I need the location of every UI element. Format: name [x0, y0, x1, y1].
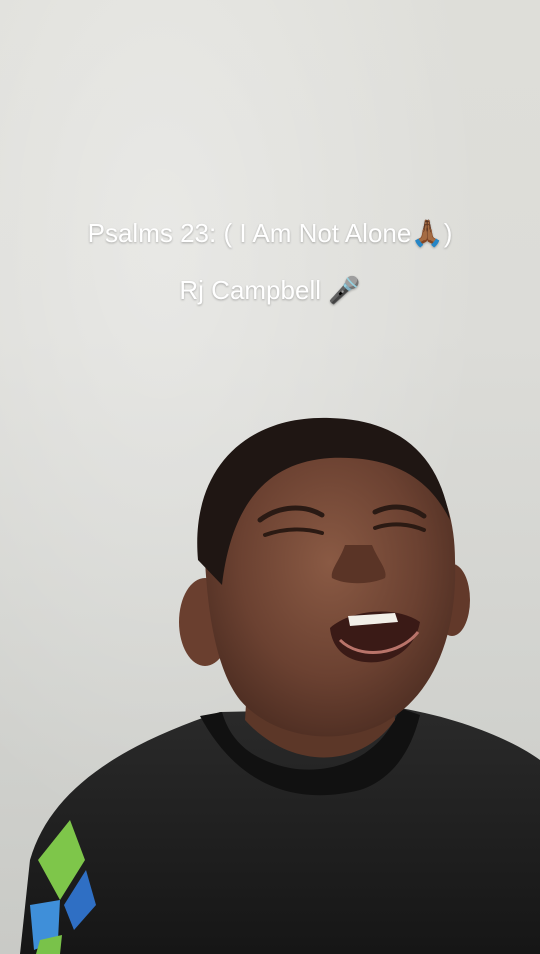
caption-title-text: Psalms 23: ( I Am Not Alone: [87, 218, 412, 248]
microphone-icon: 🎤: [328, 276, 361, 306]
caption-title: Psalms 23: ( I Am Not Alone🙏🏾): [0, 218, 540, 249]
caption-title-end: ): [443, 218, 453, 248]
caption-artist: Rj Campbell 🎤: [0, 275, 540, 306]
video-frame[interactable]: Psalms 23: ( I Am Not Alone🙏🏾) Rj Campbe…: [0, 0, 540, 954]
caption-artist-text: Rj Campbell: [179, 275, 321, 305]
singer-image: [20, 417, 540, 954]
praying-hands-icon: 🙏🏾: [411, 219, 444, 249]
